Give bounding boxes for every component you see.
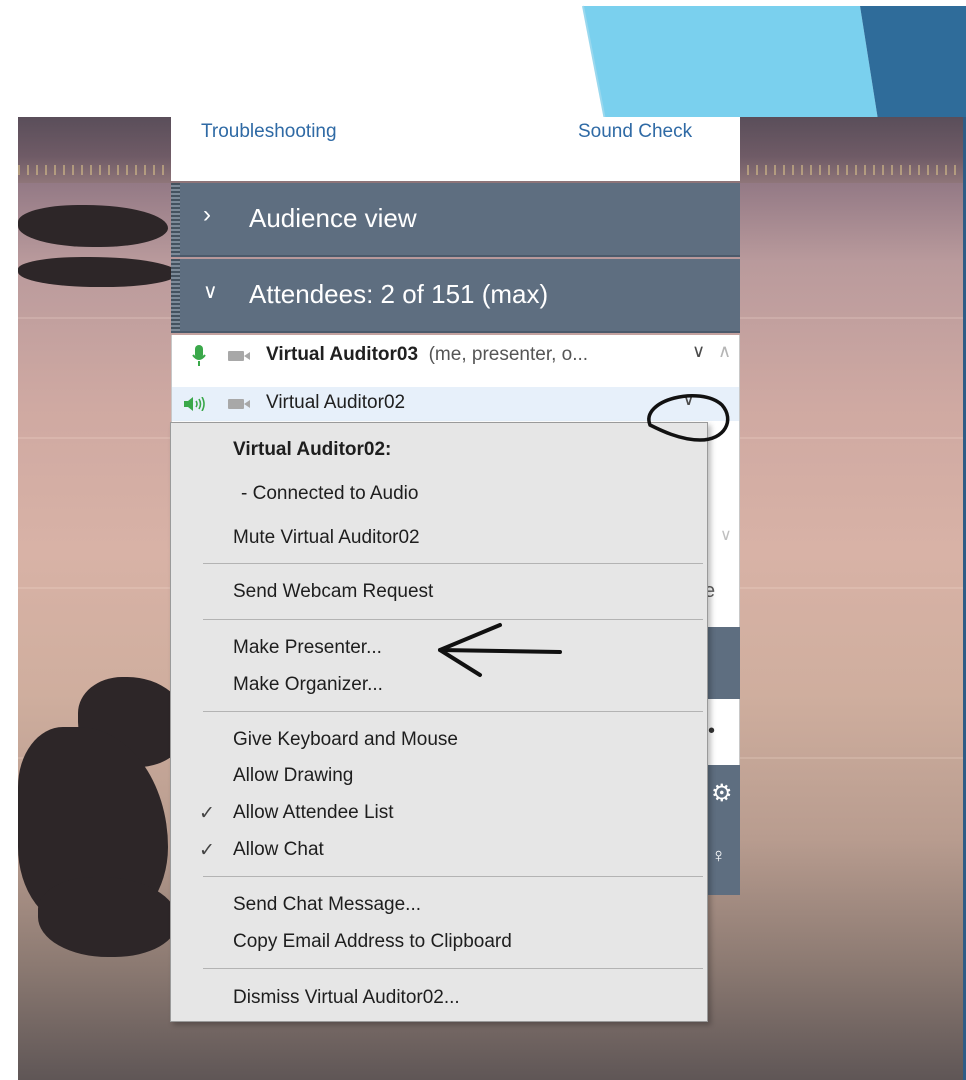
dismiss-attendee-item[interactable]: Dismiss Virtual Auditor02...	[233, 987, 460, 1009]
allow-attendee-list-item[interactable]: Allow Attendee List	[233, 802, 394, 824]
chevron-right-icon: ›	[203, 201, 211, 228]
chevron-down-icon: ∨	[203, 281, 218, 303]
more-dots-icon[interactable]: •	[708, 720, 715, 743]
scroll-up-icon[interactable]: ∧	[718, 341, 731, 362]
make-organizer-item[interactable]: Make Organizer...	[233, 674, 383, 696]
checkmark-icon: ✓	[199, 803, 215, 824]
webcam-icon	[228, 399, 250, 409]
mute-menu-item[interactable]: Mute Virtual Auditor02	[233, 527, 420, 549]
menu-header: Virtual Auditor02:	[233, 439, 392, 460]
troubleshooting-link[interactable]: Troubleshooting	[201, 121, 337, 143]
menu-separator	[203, 711, 703, 712]
audience-view-header[interactable]: › Audience view	[171, 183, 740, 257]
slide-decoration	[582, 5, 966, 120]
menu-separator	[203, 968, 703, 969]
chevron-down-icon[interactable]: ∨	[682, 389, 695, 410]
microphone-icon	[192, 345, 206, 366]
attendee-row[interactable]: Virtual Auditor03 (me, presenter, o... ∨…	[172, 339, 739, 373]
audio-status: - Connected to Audio	[241, 483, 419, 504]
attendees-title: Attendees: 2 of 151 (max)	[249, 279, 549, 309]
send-chat-message-item[interactable]: Send Chat Message...	[233, 894, 421, 916]
attendee-name: Virtual Auditor02	[266, 392, 406, 413]
attendee-context-menu: Virtual Auditor02: - Connected to Audio …	[170, 422, 708, 1022]
menu-separator	[203, 563, 703, 564]
chevron-down-icon[interactable]: ∨	[692, 341, 705, 362]
audience-view-title: Audience view	[249, 203, 417, 233]
allow-drawing-item[interactable]: Allow Drawing	[233, 765, 353, 787]
audio-options-bar: Troubleshooting Sound Check	[171, 117, 740, 181]
copy-email-item[interactable]: Copy Email Address to Clipboard	[233, 931, 512, 953]
menu-separator	[203, 876, 703, 877]
drag-grip[interactable]	[171, 183, 180, 255]
hidden-bar	[708, 627, 740, 699]
attendees-header[interactable]: ∨ Attendees: 2 of 151 (max)	[171, 259, 740, 333]
attendee-name: Virtual Auditor03 (me, presenter, o...	[266, 344, 589, 365]
send-webcam-request-item[interactable]: Send Webcam Request	[233, 581, 433, 603]
sound-check-link[interactable]: Sound Check	[578, 121, 692, 143]
make-presenter-item[interactable]: Make Presenter...	[233, 637, 382, 659]
scroll-down-icon[interactable]: ∨	[720, 525, 732, 545]
settings-icon[interactable]: ⚙	[711, 779, 733, 808]
attendee-row-selected[interactable]: Virtual Auditor02 ∨	[172, 387, 739, 421]
speaker-icon	[184, 397, 205, 411]
add-user-icon[interactable]: ♀	[711, 845, 726, 868]
checkmark-icon: ✓	[199, 840, 215, 861]
webcam-icon	[228, 351, 250, 361]
drag-grip[interactable]	[171, 259, 180, 331]
menu-separator	[203, 619, 703, 620]
allow-chat-item[interactable]: Allow Chat	[233, 839, 324, 861]
hidden-toolbar: ⚙ ♀	[708, 765, 740, 895]
give-keyboard-mouse-item[interactable]: Give Keyboard and Mouse	[233, 729, 458, 751]
